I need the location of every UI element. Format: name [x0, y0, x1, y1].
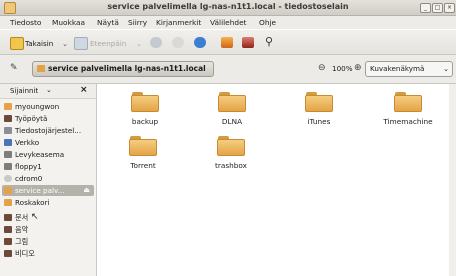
- menu-view[interactable]: Näytä: [97, 18, 119, 27]
- close-sidebar-icon[interactable]: ×: [80, 85, 88, 95]
- folder-label: Torrent: [130, 161, 156, 170]
- filesystem-icon: [4, 127, 12, 134]
- folder-dlna[interactable]: DLNA: [197, 92, 267, 126]
- sidebar-title: Sijainnit: [10, 87, 39, 95]
- folder-timemachine[interactable]: Timemachine: [373, 92, 443, 126]
- sidebar-item-documents[interactable]: 문서: [4, 212, 94, 223]
- menu-help[interactable]: Ohje: [259, 18, 276, 27]
- sidebar-item-trash[interactable]: Roskakori: [4, 197, 94, 208]
- title-bar[interactable]: service palvelimella lg-nas-n1t1.local -…: [0, 0, 456, 16]
- forward-dropdown-chevron-icon[interactable]: ⌄: [136, 39, 142, 48]
- folder-label: trashbox: [215, 161, 247, 170]
- zoom-level: 100%: [332, 64, 353, 73]
- folder-torrent[interactable]: Torrent: [108, 136, 178, 170]
- vertical-scrollbar[interactable]: [449, 84, 456, 276]
- sidebar: Sijainnit ⌄ × myoungwon Työpöytä Tiedost…: [0, 84, 97, 276]
- sidebar-dropdown-chevron-icon[interactable]: ⌄: [46, 86, 52, 94]
- toolbar: Takaisin ⌄ Eteenpäin ⌄ ⚲: [0, 30, 456, 55]
- minimize-button[interactable]: _: [420, 3, 431, 13]
- floppy-drive-icon: [4, 151, 12, 158]
- videos-folder-icon: [4, 250, 12, 257]
- folder-icon: [218, 92, 246, 112]
- menu-edit[interactable]: Muokkaa: [52, 18, 85, 27]
- folder-itunes[interactable]: iTunes: [284, 92, 354, 126]
- back-arrow-icon: [10, 37, 24, 50]
- view-mode-label: Kuvakenäkymä: [370, 64, 425, 73]
- eject-icon[interactable]: ⏏: [83, 185, 90, 196]
- floppy-icon: [4, 163, 12, 170]
- menu-tabs[interactable]: Välilehdet: [210, 18, 247, 27]
- search-icon[interactable]: ⚲: [265, 35, 273, 48]
- up-icon[interactable]: [150, 37, 162, 48]
- sidebar-item-floppy1[interactable]: floppy1: [4, 161, 94, 172]
- maximize-button[interactable]: □: [432, 3, 443, 13]
- network-share-icon: [37, 65, 45, 72]
- desktop-icon: [4, 115, 12, 122]
- forward-button[interactable]: Eteenpäin: [90, 39, 126, 48]
- network-share-icon: [4, 187, 12, 194]
- back-button[interactable]: Takaisin: [25, 39, 53, 48]
- back-dropdown-chevron-icon[interactable]: ⌄: [62, 39, 68, 48]
- sidebar-item-music[interactable]: 음악: [4, 224, 94, 235]
- folder-label: iTunes: [307, 117, 331, 126]
- sidebar-item-filesystem[interactable]: Tiedostojärjestel...: [4, 125, 94, 136]
- sidebar-item-pictures[interactable]: 그림: [4, 236, 94, 247]
- sidebar-item-videos[interactable]: 비디오: [4, 248, 94, 259]
- stop-icon[interactable]: [172, 37, 184, 48]
- menu-file[interactable]: Tiedosto: [10, 18, 41, 27]
- edit-location-pencil-icon[interactable]: ✎: [10, 63, 18, 73]
- sidebar-item-service-share[interactable]: service palv... ⏏: [2, 185, 94, 196]
- file-view[interactable]: backup DLNA iTunes Timemachine Torrent t…: [97, 84, 456, 276]
- trash-icon: [4, 199, 12, 206]
- sidebar-item-floppy-drive[interactable]: Levykeasema: [4, 149, 94, 160]
- view-mode-select[interactable]: Kuvakenäkymä ⌄: [365, 61, 453, 77]
- folder-backup[interactable]: backup: [110, 92, 180, 126]
- zoom-in-icon[interactable]: ⊕: [354, 63, 362, 73]
- pictures-folder-icon: [4, 238, 12, 245]
- folder-trashbox[interactable]: trashbox: [196, 136, 266, 170]
- window-title: service palvelimella lg-nas-n1t1.local -…: [107, 2, 349, 11]
- sidebar-item-desktop[interactable]: Työpöytä: [4, 113, 94, 124]
- folder-icon: [131, 92, 159, 112]
- computer-icon[interactable]: [242, 37, 254, 48]
- location-bar: ✎ service palvelimella lg-nas-n1t1.local…: [0, 55, 456, 84]
- documents-folder-icon: [4, 214, 12, 221]
- folder-label: Timemachine: [383, 117, 433, 126]
- chevron-down-icon: ⌄: [442, 64, 449, 73]
- sidebar-item-cdrom0[interactable]: cdrom0: [4, 173, 94, 184]
- path-button[interactable]: service palvelimella lg-nas-n1t1.local: [32, 61, 214, 77]
- folder-icon: [305, 92, 333, 112]
- home-folder-icon: [4, 103, 12, 110]
- forward-arrow-icon: [74, 37, 88, 50]
- folder-icon: [217, 136, 245, 156]
- menu-go[interactable]: Siirry: [128, 18, 147, 27]
- menu-bookmarks[interactable]: Kirjanmerkit: [156, 18, 201, 27]
- reload-icon[interactable]: [194, 37, 206, 48]
- close-button[interactable]: ×: [444, 3, 455, 13]
- sidebar-item-network[interactable]: Verkko: [4, 137, 94, 148]
- folder-label: backup: [131, 117, 159, 126]
- cdrom-icon: [4, 175, 12, 182]
- folder-icon: [394, 92, 422, 112]
- zoom-out-icon[interactable]: ⊖: [318, 63, 326, 73]
- folder-icon: [129, 136, 157, 156]
- sidebar-header[interactable]: Sijainnit ⌄ ×: [0, 84, 96, 99]
- music-folder-icon: [4, 226, 12, 233]
- menu-bar: Tiedosto Muokkaa Näytä Siirry Kirjanmerk…: [0, 16, 456, 29]
- sidebar-item-home[interactable]: myoungwon: [4, 101, 94, 112]
- network-icon: [4, 139, 12, 146]
- app-icon: [4, 2, 16, 14]
- folder-label: DLNA: [221, 117, 243, 126]
- path-label: service palvelimella lg-nas-n1t1.local: [48, 64, 206, 73]
- home-icon[interactable]: [221, 37, 233, 48]
